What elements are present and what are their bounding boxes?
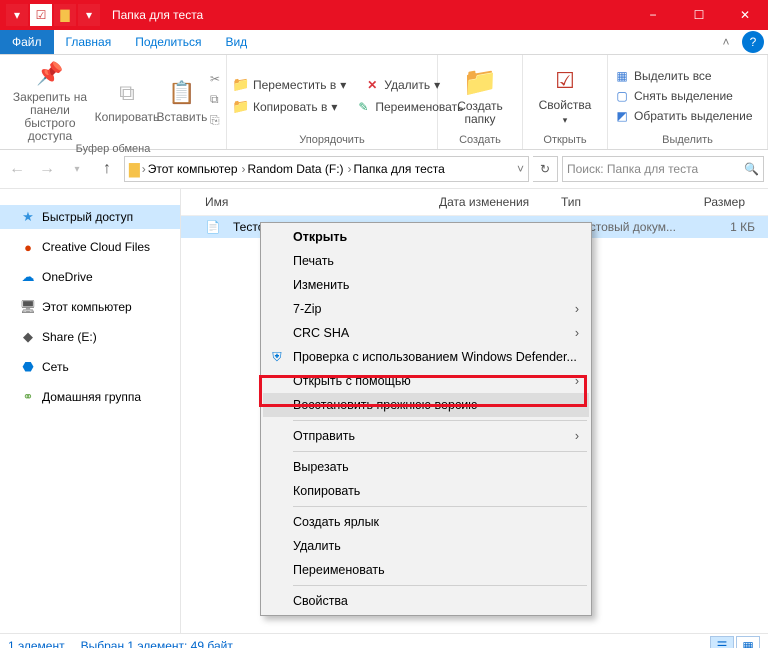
address-bar: ← → ▾ ↑ ▇ › Этот компьютер› Random Data …: [0, 150, 768, 189]
chevron-down-icon[interactable]: ˅: [517, 162, 524, 176]
menu-properties[interactable]: Свойства: [263, 589, 589, 613]
select-all-button[interactable]: ▦Выделить все: [614, 67, 712, 85]
crumb-drive[interactable]: Random Data (F:)›: [248, 162, 352, 176]
sidebar-item-6[interactable]: ⚭Домашняя группа: [0, 385, 180, 409]
menu-7zip[interactable]: 7-Zip›: [263, 297, 589, 321]
folder-icon[interactable]: ▇: [54, 4, 76, 26]
up-button[interactable]: ↑: [94, 156, 120, 182]
ribbon-tabs: Файл Главная Поделиться Вид ˄ ?: [0, 30, 768, 55]
file-icon: 📄: [199, 220, 227, 234]
tiles-view-button[interactable]: ▦: [736, 636, 760, 648]
sidebar-icon: ⬣: [20, 359, 36, 375]
minimize-button[interactable]: −: [630, 0, 676, 30]
tab-home[interactable]: Главная: [54, 30, 124, 54]
menu-copy[interactable]: Копировать: [263, 479, 589, 503]
pin-button[interactable]: 📌 Закрепить на панели быстрого доступа: [6, 57, 94, 143]
window-title: Папка для теста: [100, 8, 630, 22]
group-select: ▦Выделить все ▢Снять выделение ◩Обратить…: [608, 55, 768, 149]
move-to-button[interactable]: 📁Переместить в ▾: [233, 76, 346, 94]
menu-send-to[interactable]: Отправить›: [263, 424, 589, 448]
sidebar-icon: ☁: [20, 269, 36, 285]
status-bar: 1 элемент Выбран 1 элемент: 49 байт ☰ ▦: [0, 633, 768, 648]
crumb-computer[interactable]: Этот компьютер›: [148, 162, 246, 176]
group-clipboard: 📌 Закрепить на панели быстрого доступа ⧉…: [0, 55, 227, 149]
collapse-ribbon-icon[interactable]: ˄: [714, 30, 738, 54]
delete-button[interactable]: ✕Удалить ▾: [364, 76, 440, 94]
group-open: ☑ Свойства ▾ Открыть: [523, 55, 608, 149]
close-button[interactable]: ✕: [722, 0, 768, 30]
shield-icon: ⛨: [269, 350, 285, 365]
sidebar-item-4[interactable]: ◆Share (E:): [0, 325, 180, 349]
search-input[interactable]: Поиск: Папка для теста 🔍: [562, 156, 764, 182]
menu-defender[interactable]: ⛨Проверка с использованием Windows Defen…: [263, 345, 589, 369]
folder-icon: ▇: [129, 161, 140, 178]
properties-button[interactable]: ☑ Свойства ▾: [529, 65, 601, 127]
sidebar-item-2[interactable]: ☁OneDrive: [0, 265, 180, 289]
refresh-button[interactable]: ↻: [533, 156, 558, 182]
sidebar: ★Быстрый доступ ●Creative Cloud Files ☁One…: [0, 189, 181, 633]
column-headers[interactable]: Имя Дата изменения Тип Размер: [181, 189, 768, 216]
properties-icon[interactable]: ☑: [30, 4, 52, 26]
tab-share[interactable]: Поделиться: [123, 30, 213, 54]
tab-file[interactable]: Файл: [0, 30, 54, 54]
context-menu: Открыть Печать Изменить 7-Zip› CRC SHA› …: [260, 222, 592, 616]
recent-locations-icon[interactable]: ▾: [64, 156, 90, 182]
copypath-icon[interactable]: ⧉: [210, 92, 220, 107]
new-folder-button[interactable]: 📁 Создать папку: [444, 66, 516, 126]
menu-shortcut[interactable]: Создать ярлык: [263, 510, 589, 534]
maximize-button[interactable]: ☐: [676, 0, 722, 30]
copy-to-button[interactable]: 📁Копировать в ▾: [233, 98, 337, 116]
sidebar-icon: ●: [20, 239, 36, 255]
sidebar-icon: 🖥: [20, 299, 36, 315]
window-buttons: − ☐ ✕: [630, 0, 768, 30]
invert-selection-button[interactable]: ◩Обратить выделение: [614, 107, 753, 125]
selection-info: Выбран 1 элемент: 49 байт: [81, 639, 233, 648]
group-new: 📁 Создать папку Создать: [438, 55, 523, 149]
crumb-folder[interactable]: Папка для теста: [354, 162, 445, 176]
select-none-button[interactable]: ▢Снять выделение: [614, 87, 733, 105]
search-icon: 🔍: [744, 162, 759, 176]
quick-access-toolbar: ▾ ☑ ▇ ▾: [0, 4, 100, 26]
clipboard-extra-icons: ✂ ⧉ ⎘: [210, 72, 220, 128]
sidebar-icon: ★: [20, 209, 36, 225]
properties-icon: ☑: [549, 65, 581, 97]
back-button[interactable]: ←: [4, 156, 30, 182]
menu-open[interactable]: Открыть: [263, 225, 589, 249]
sidebar-icon: ◆: [20, 329, 36, 345]
breadcrumb[interactable]: ▇ › Этот компьютер› Random Data (F:)› Па…: [124, 156, 529, 182]
menu-edit[interactable]: Изменить: [263, 273, 589, 297]
details-view-button[interactable]: ☰: [710, 636, 734, 648]
item-count: 1 элемент: [8, 639, 65, 648]
copy-button[interactable]: ⧉ Копировать: [100, 77, 154, 124]
pin-icon: 📌: [34, 57, 66, 89]
sidebar-icon: ⚭: [20, 389, 36, 405]
sidebar-item-5[interactable]: ⬣Сеть: [0, 355, 180, 379]
paste-icon: 📋: [166, 77, 198, 109]
group-organize: 📁Переместить в ▾ ✕Удалить ▾ 📁Копировать …: [227, 55, 438, 149]
ribbon: 📌 Закрепить на панели быстрого доступа ⧉…: [0, 55, 768, 150]
cut-icon[interactable]: ✂: [210, 72, 220, 86]
help-icon[interactable]: ?: [742, 31, 764, 53]
menu-open-with[interactable]: Открыть с помощью›: [263, 369, 589, 393]
back-history-icon[interactable]: ▾: [6, 4, 28, 26]
folder-icon: 📁: [464, 66, 496, 98]
menu-delete[interactable]: Удалить: [263, 534, 589, 558]
paste-shortcut-icon[interactable]: ⎘: [210, 113, 220, 128]
sidebar-item-3[interactable]: 🖥Этот компьютер: [0, 295, 180, 319]
tab-view[interactable]: Вид: [213, 30, 259, 54]
paste-button[interactable]: 📋 Вставить: [160, 77, 204, 124]
menu-print[interactable]: Печать: [263, 249, 589, 273]
menu-crc[interactable]: CRC SHA›: [263, 321, 589, 345]
forward-button[interactable]: →: [34, 156, 60, 182]
menu-rename[interactable]: Переименовать: [263, 558, 589, 582]
qat-dropdown-icon[interactable]: ▾: [78, 4, 100, 26]
menu-restore-previous[interactable]: Восстановить прежнюю версию: [263, 393, 589, 417]
titlebar: ▾ ☑ ▇ ▾ Папка для теста − ☐ ✕: [0, 0, 768, 30]
copy-icon: ⧉: [111, 77, 143, 109]
menu-cut[interactable]: Вырезать: [263, 455, 589, 479]
sidebar-item-1[interactable]: ●Creative Cloud Files: [0, 235, 180, 259]
sidebar-item-0[interactable]: ★Быстрый доступ: [0, 205, 180, 229]
